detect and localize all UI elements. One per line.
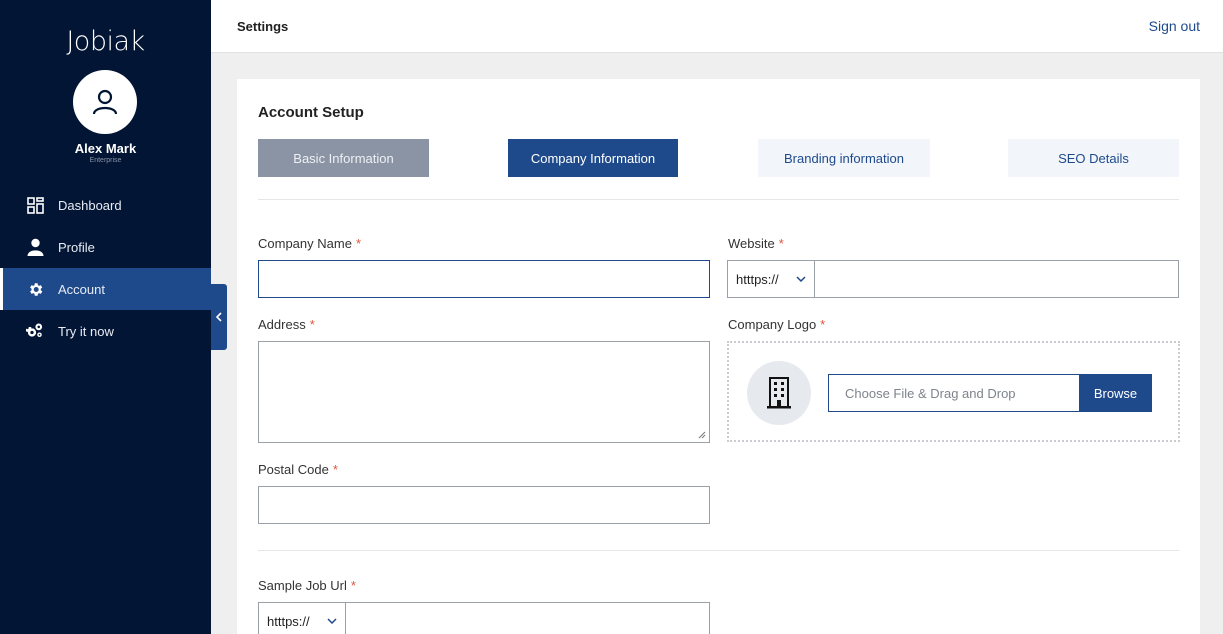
tab-branding-information[interactable]: Branding information — [758, 139, 930, 177]
avatar[interactable] — [73, 70, 137, 134]
address-label: Address * — [258, 317, 315, 332]
user-avatar-icon — [92, 89, 118, 115]
website-protocol-select[interactable]: htttps:// — [728, 261, 815, 297]
sample-job-url-field: htttps:// — [258, 602, 710, 634]
tab-basic-information[interactable]: Basic Information — [258, 139, 429, 177]
choose-file-input[interactable]: Choose File & Drag and Drop — [828, 374, 1080, 412]
divider — [258, 550, 1179, 551]
required-mark: * — [778, 236, 784, 251]
sign-out-link[interactable]: Sign out — [1149, 18, 1200, 34]
required-mark: * — [332, 462, 338, 477]
website-input[interactable] — [815, 261, 1178, 297]
user-role: Enterprise — [89, 157, 122, 164]
sidebar-item-label: Account — [58, 281, 105, 297]
chevron-left-icon — [215, 312, 222, 322]
chevron-down-icon — [796, 276, 806, 282]
sidebar: Jobiak Alex Mark Enterprise Dashboard Pr… — [0, 0, 211, 634]
card-title: Account Setup — [258, 104, 364, 121]
company-logo-label-text: Company Logo — [728, 317, 817, 332]
protocol-value: htttps:// — [736, 271, 779, 287]
page-title: Settings — [237, 19, 289, 34]
required-mark: * — [350, 578, 356, 593]
dashboard-icon — [26, 196, 44, 214]
address-label-text: Address — [258, 317, 306, 332]
company-logo-label: Company Logo * — [728, 317, 825, 332]
required-mark: * — [820, 317, 826, 332]
sidebar-item-label: Profile — [58, 239, 95, 255]
address-textarea[interactable] — [258, 341, 710, 443]
sidebar-item-account[interactable]: Account — [0, 268, 211, 310]
sidebar-item-try-it-now[interactable]: Try it now — [0, 310, 211, 352]
sidebar-item-label: Dashboard — [58, 197, 122, 213]
sample-job-url-label: Sample Job Url * — [258, 578, 356, 593]
brand-logo: Jobiak — [66, 26, 145, 57]
sidebar-collapse-button[interactable] — [211, 284, 227, 350]
company-name-input[interactable] — [258, 260, 710, 298]
company-name-label-text: Company Name — [258, 236, 352, 251]
building-icon — [767, 377, 791, 409]
sidebar-nav: Dashboard Profile Account Try it now — [0, 184, 211, 352]
sample-job-url-protocol-select[interactable]: htttps:// — [259, 603, 346, 634]
company-name-label: Company Name * — [258, 236, 361, 251]
tab-company-information[interactable]: Company Information — [508, 139, 678, 177]
sidebar-item-label: Try it now — [58, 323, 114, 339]
gears-icon — [26, 322, 44, 340]
sidebar-item-profile[interactable]: Profile — [0, 226, 211, 268]
user-icon — [26, 238, 44, 256]
account-setup-card: Account Setup Basic Information Company … — [237, 79, 1200, 634]
postal-code-label-text: Postal Code — [258, 462, 329, 477]
logo-upload-dropzone[interactable]: Choose File & Drag and Drop Browse — [727, 341, 1180, 442]
top-bar: Settings Sign out — [211, 0, 1223, 53]
logo-preview — [747, 361, 811, 425]
divider — [258, 199, 1179, 200]
sidebar-item-dashboard[interactable]: Dashboard — [0, 184, 211, 226]
resize-grip-icon — [698, 431, 706, 439]
sample-job-url-label-text: Sample Job Url — [258, 578, 347, 593]
user-name: Alex Mark — [74, 141, 137, 156]
browse-button[interactable]: Browse — [1079, 374, 1152, 412]
protocol-value: htttps:// — [267, 613, 310, 629]
tab-seo-details[interactable]: SEO Details — [1008, 139, 1179, 177]
required-mark: * — [355, 236, 361, 251]
sample-job-url-input[interactable] — [346, 603, 709, 634]
required-mark: * — [309, 317, 315, 332]
website-label-text: Website — [728, 236, 775, 251]
website-field: htttps:// — [727, 260, 1179, 298]
website-label: Website * — [728, 236, 784, 251]
gear-icon — [26, 280, 44, 298]
chevron-down-icon — [327, 618, 337, 624]
postal-code-label: Postal Code * — [258, 462, 338, 477]
postal-code-input[interactable] — [258, 486, 710, 524]
